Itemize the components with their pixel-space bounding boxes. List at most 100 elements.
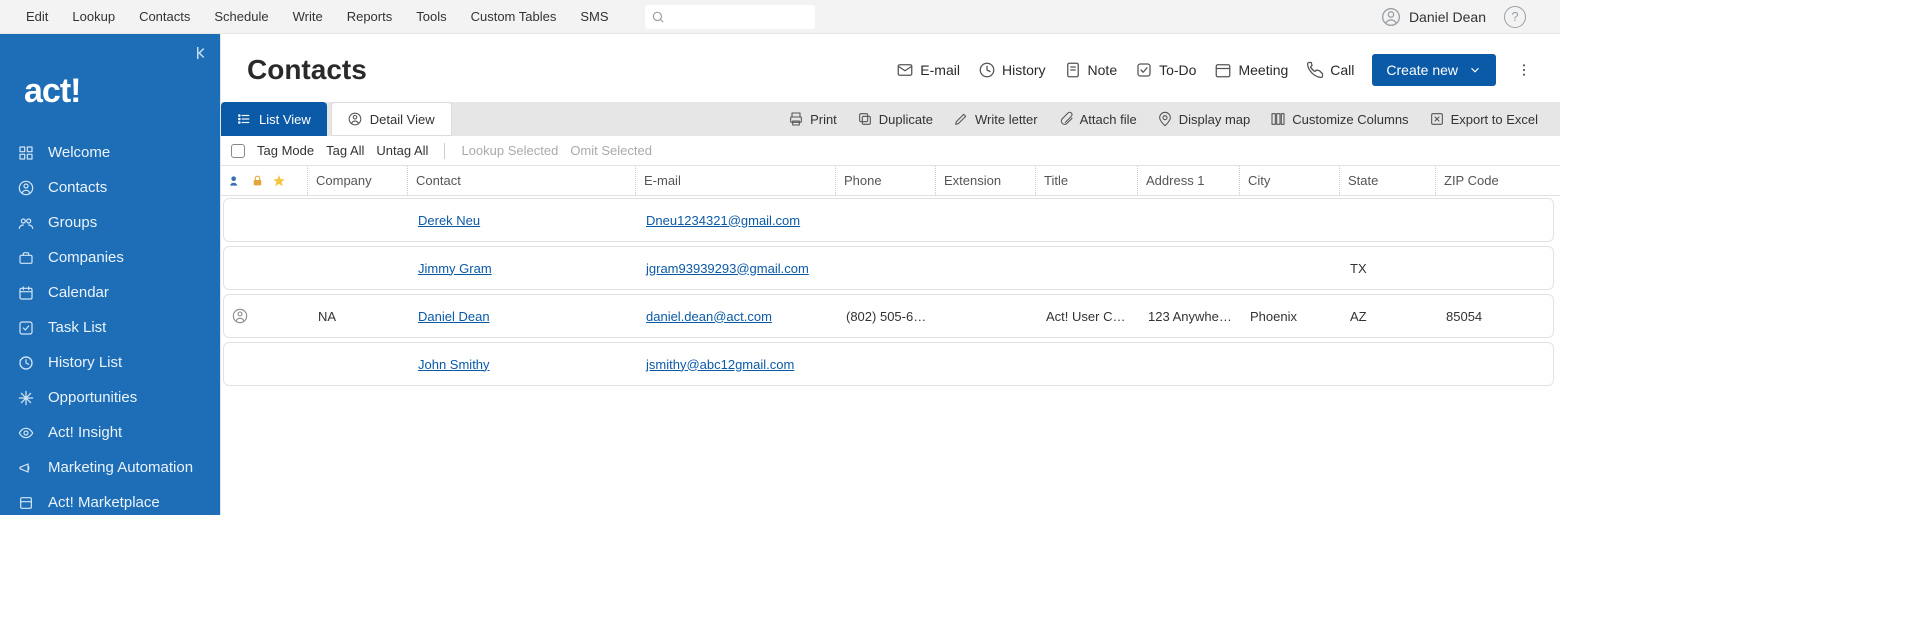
cell-contact[interactable]: Derek Neu [410, 213, 638, 228]
sidebar-item-history-list[interactable]: History List [0, 345, 220, 380]
customize-columns-icon [1270, 111, 1286, 127]
col-extension[interactable]: Extension [935, 166, 1035, 195]
attach-file-icon [1058, 111, 1074, 127]
sidebar-item-calendar[interactable]: Calendar [0, 275, 220, 310]
menu-lookup[interactable]: Lookup [60, 9, 127, 24]
divider [444, 143, 445, 159]
cell-email[interactable]: daniel.dean@act.com [638, 309, 838, 324]
create-new-button[interactable]: Create new [1372, 54, 1496, 86]
table-header: Company Contact E-mail Phone Extension T… [221, 166, 1560, 196]
menu-reports[interactable]: Reports [335, 9, 405, 24]
cell-contact[interactable]: Jimmy Gram [410, 261, 638, 276]
help-button[interactable]: ? [1504, 6, 1526, 28]
eye-icon [16, 425, 36, 441]
more-menu-button[interactable] [1514, 62, 1534, 78]
menu-edit[interactable]: Edit [14, 9, 60, 24]
people-icon [16, 215, 36, 231]
row-icons [224, 308, 310, 324]
global-search[interactable] [645, 5, 815, 29]
cell-zip: 85054 [1438, 309, 1538, 324]
sidebar-item-groups[interactable]: Groups [0, 205, 220, 240]
table-row[interactable]: Jimmy Gramjgram93939293@gmail.comTX [223, 246, 1554, 290]
menu-custom-tables[interactable]: Custom Tables [459, 9, 569, 24]
cell-contact[interactable]: Daniel Dean [410, 309, 638, 324]
main-panel: Contacts E-mailHistoryNoteTo-DoMeetingCa… [220, 34, 1560, 515]
sidebar-item-companies[interactable]: Companies [0, 240, 220, 275]
menu-sms[interactable]: SMS [568, 9, 620, 24]
sidebar-item-welcome[interactable]: Welcome [0, 135, 220, 170]
tab-list-view[interactable]: List View [221, 102, 327, 136]
sidebar-item-opportunities[interactable]: Opportunities [0, 380, 220, 415]
toolbar-display-map[interactable]: Display map [1147, 102, 1261, 136]
cell-address: 123 Anywhere Str... [1140, 309, 1242, 324]
list-icon [237, 112, 251, 126]
action-e-mail[interactable]: E-mail [896, 61, 960, 79]
user-menu[interactable]: Daniel Dean [1381, 7, 1486, 27]
table-row[interactable]: Derek NeuDneu1234321@gmail.com [223, 198, 1554, 242]
col-state[interactable]: State [1339, 166, 1435, 195]
menu-tools[interactable]: Tools [404, 9, 458, 24]
menu-write[interactable]: Write [281, 9, 335, 24]
untag-all-button[interactable]: Untag All [376, 143, 428, 158]
user-avatar-icon [1381, 7, 1401, 27]
chevron-down-icon [1468, 63, 1482, 77]
cart-icon [16, 495, 36, 511]
toolbar-print[interactable]: Print [778, 102, 847, 136]
cell-email[interactable]: jgram93939293@gmail.com [638, 261, 838, 276]
cell-email[interactable]: Dneu1234321@gmail.com [638, 213, 838, 228]
col-company[interactable]: Company [307, 166, 407, 195]
lookup-selected-button: Lookup Selected [461, 143, 558, 158]
tag-all-button[interactable]: Tag All [326, 143, 364, 158]
col-zip[interactable]: ZIP Code [1435, 166, 1535, 195]
cell-phone: (802) 505-6654 [838, 309, 938, 324]
tag-bar: Tag Mode Tag All Untag All Lookup Select… [221, 136, 1560, 166]
collapse-icon [194, 44, 212, 62]
action-to-do[interactable]: To-Do [1135, 61, 1196, 79]
calendar-icon [16, 285, 36, 301]
sidebar-item-act-insight[interactable]: Act! Insight [0, 415, 220, 450]
sidebar-item-marketing-automation[interactable]: Marketing Automation [0, 450, 220, 485]
tab-detail-view[interactable]: Detail View [331, 102, 452, 136]
col-phone[interactable]: Phone [835, 166, 935, 195]
person-icon [348, 112, 362, 126]
tag-mode-checkbox[interactable] [231, 144, 245, 158]
sidebar-item-contacts[interactable]: Contacts [0, 170, 220, 205]
table-row[interactable]: John Smithyjsmithy@abc12gmail.com [223, 342, 1554, 386]
check-square-icon [16, 320, 36, 336]
tag-mode-label[interactable]: Tag Mode [257, 143, 314, 158]
to-do-icon [1135, 61, 1153, 79]
menu-schedule[interactable]: Schedule [202, 9, 280, 24]
action-history[interactable]: History [978, 61, 1046, 79]
cell-contact[interactable]: John Smithy [410, 357, 638, 372]
col-city[interactable]: City [1239, 166, 1339, 195]
toolbar-write-letter[interactable]: Write letter [943, 102, 1048, 136]
cell-email[interactable]: jsmithy@abc12gmail.com [638, 357, 838, 372]
person-col-icon [229, 174, 243, 188]
action-meeting[interactable]: Meeting [1214, 61, 1288, 79]
action-note[interactable]: Note [1064, 61, 1118, 79]
star-col-icon [272, 174, 286, 188]
cell-title: Act! User Contact.. [1038, 309, 1140, 324]
col-address[interactable]: Address 1 [1137, 166, 1239, 195]
toolbar-customize-columns[interactable]: Customize Columns [1260, 102, 1418, 136]
sidebar-item-task-list[interactable]: Task List [0, 310, 220, 345]
grid-icon [16, 145, 36, 161]
toolbar-export-to-excel[interactable]: Export to Excel [1419, 102, 1548, 136]
menu-contacts[interactable]: Contacts [127, 9, 202, 24]
meeting-icon [1214, 61, 1232, 79]
cell-company: NA [310, 309, 410, 324]
self-contact-icon [232, 308, 248, 324]
sidebar-collapse-button[interactable] [194, 44, 212, 65]
sidebar-item-act-marketplace[interactable]: Act! Marketplace [0, 485, 220, 520]
search-input[interactable] [669, 9, 809, 24]
briefcase-icon [16, 250, 36, 266]
display-map-icon [1157, 111, 1173, 127]
table-row[interactable]: NADaniel Deandaniel.dean@act.com(802) 50… [223, 294, 1554, 338]
col-email[interactable]: E-mail [635, 166, 835, 195]
toolbar-attach-file[interactable]: Attach file [1048, 102, 1147, 136]
action-call[interactable]: Call [1306, 61, 1354, 79]
call-icon [1306, 61, 1324, 79]
toolbar-duplicate[interactable]: Duplicate [847, 102, 943, 136]
col-contact[interactable]: Contact [407, 166, 635, 195]
col-title[interactable]: Title [1035, 166, 1137, 195]
